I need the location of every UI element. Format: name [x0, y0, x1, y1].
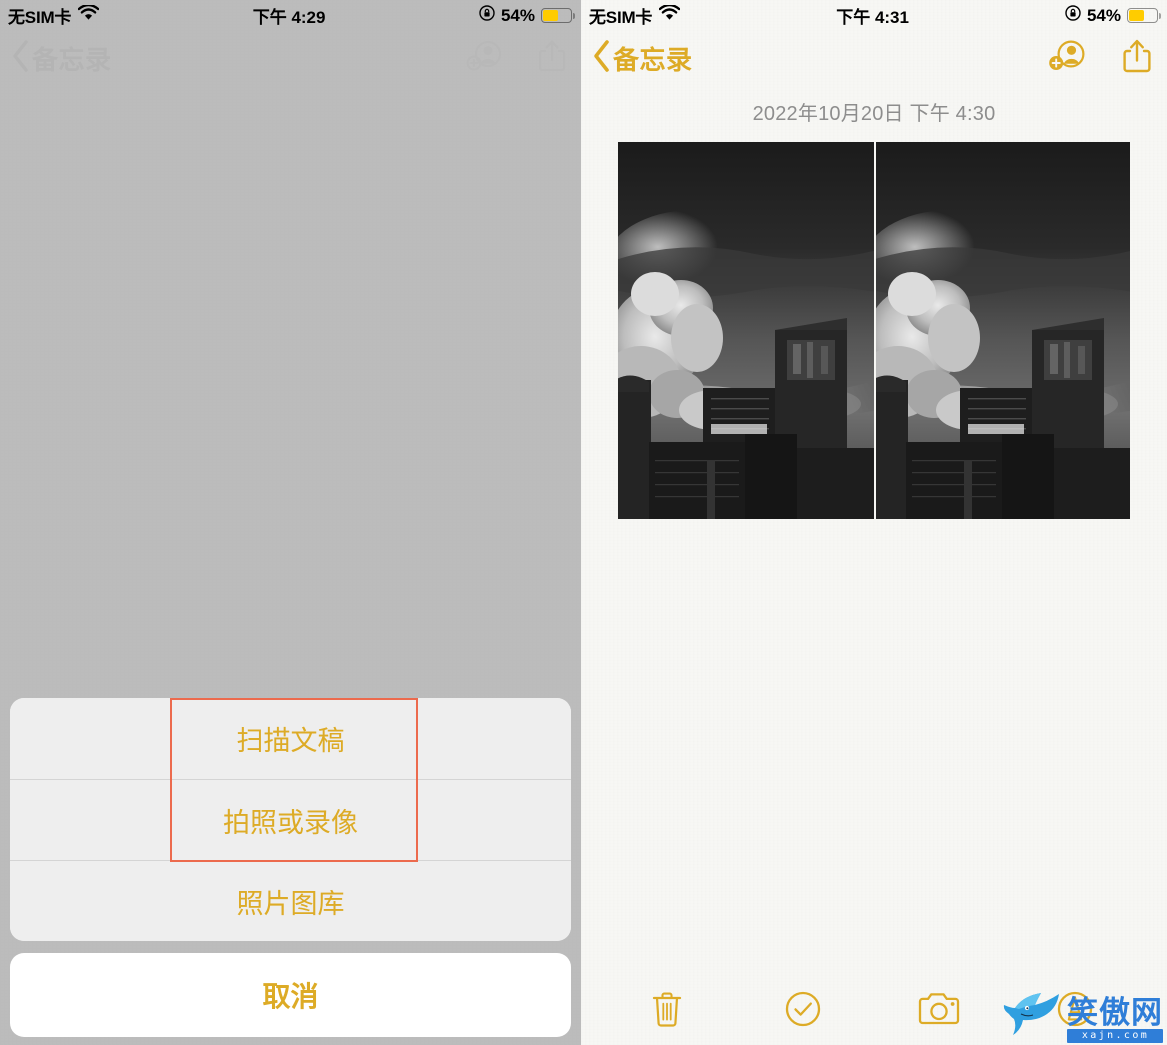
- status-right-group: 54%: [1065, 5, 1162, 26]
- battery-percent-label: 54%: [500, 5, 535, 25]
- sheet-item-photo-library[interactable]: 照片图库: [10, 860, 571, 941]
- back-button[interactable]: 备忘录: [10, 39, 112, 78]
- delete-icon[interactable]: [650, 989, 684, 1034]
- rotation-lock-icon: [1065, 5, 1081, 26]
- toolbar-slot-checklist: [735, 990, 871, 1033]
- battery-icon: [541, 8, 576, 23]
- status-left-group: 无SIM卡: [8, 3, 100, 28]
- action-sheet-options: 扫描文稿 拍照或录像 照片图库: [10, 698, 571, 941]
- carrier-label: 无SIM卡: [8, 8, 72, 27]
- rotation-lock-icon: [479, 5, 495, 26]
- status-bar-right: 无SIM卡 下午 4:31 54%: [581, 0, 1167, 31]
- toolbar-slot-camera: [871, 991, 1007, 1032]
- action-sheet: 扫描文稿 拍照或录像 照片图库 取消: [10, 698, 571, 1037]
- add-person-icon[interactable]: [1047, 38, 1087, 79]
- share-icon[interactable]: [1121, 37, 1153, 80]
- battery-percent-label: 54%: [1086, 5, 1121, 25]
- add-person-icon[interactable]: [465, 39, 503, 78]
- status-center-group: 下午 4:31: [680, 3, 1065, 28]
- note-photo[interactable]: [618, 142, 874, 519]
- nav-bar-left: 备忘录: [0, 31, 581, 85]
- checklist-icon[interactable]: [784, 990, 822, 1033]
- sheet-item-take-photo-or-video[interactable]: 拍照或录像: [10, 779, 571, 860]
- toolbar-slot-delete: [599, 989, 735, 1034]
- note-photo[interactable]: [874, 142, 1130, 519]
- status-right-group: 54%: [479, 5, 576, 26]
- left-screen: 无SIM卡 下午 4:29 54% 备忘录 扫描文稿 拍照或录像 照片图库 取消: [0, 0, 581, 1045]
- status-left-group: 无SIM卡: [589, 3, 681, 28]
- sheet-item-label: 照片图库: [236, 888, 345, 919]
- back-button-label: 备忘录: [613, 44, 693, 75]
- toolbar-slot-markup: [1007, 990, 1143, 1033]
- markup-icon[interactable]: [1056, 990, 1094, 1033]
- battery-icon: [1127, 8, 1162, 23]
- clock-label: 下午 4:31: [836, 8, 909, 27]
- status-center-group: 下午 4:29: [99, 3, 479, 28]
- battery-fill: [1129, 10, 1144, 21]
- wifi-icon: [77, 3, 100, 26]
- right-screen: 无SIM卡 下午 4:31 54% 备忘录 2022年10月20日 下午 4:3…: [581, 0, 1167, 1045]
- wifi-icon: [658, 3, 681, 26]
- nav-actions-left: [465, 38, 567, 79]
- screenshot-root: 无SIM卡 下午 4:29 54% 备忘录 扫描文稿 拍照或录像 照片图库 取消…: [0, 0, 1167, 1045]
- cancel-button-label: 取消: [262, 981, 319, 1012]
- note-date-label: 2022年10月20日 下午 4:30: [752, 103, 996, 125]
- sheet-item-scan-document[interactable]: 扫描文稿: [10, 698, 571, 779]
- cancel-button[interactable]: 取消: [10, 953, 571, 1037]
- nav-actions-right: [1047, 37, 1153, 80]
- note-toolbar: [581, 977, 1167, 1045]
- status-bar-left: 无SIM卡 下午 4:29 54%: [0, 0, 581, 31]
- chevron-left-icon: [10, 39, 30, 78]
- clock-label: 下午 4:29: [252, 8, 326, 27]
- carrier-label: 无SIM卡: [589, 8, 653, 27]
- nav-bar-right: 备忘录: [581, 31, 1167, 85]
- battery-fill: [543, 10, 558, 21]
- note-attachments: [618, 142, 1130, 519]
- back-button-label: 备忘录: [32, 44, 112, 75]
- chevron-left-icon: [591, 39, 611, 78]
- sheet-item-label: 拍照或录像: [223, 807, 358, 838]
- share-icon[interactable]: [537, 38, 567, 79]
- camera-icon[interactable]: [917, 991, 961, 1032]
- sheet-item-label: 扫描文稿: [236, 726, 345, 756]
- back-button[interactable]: 备忘录: [591, 39, 693, 78]
